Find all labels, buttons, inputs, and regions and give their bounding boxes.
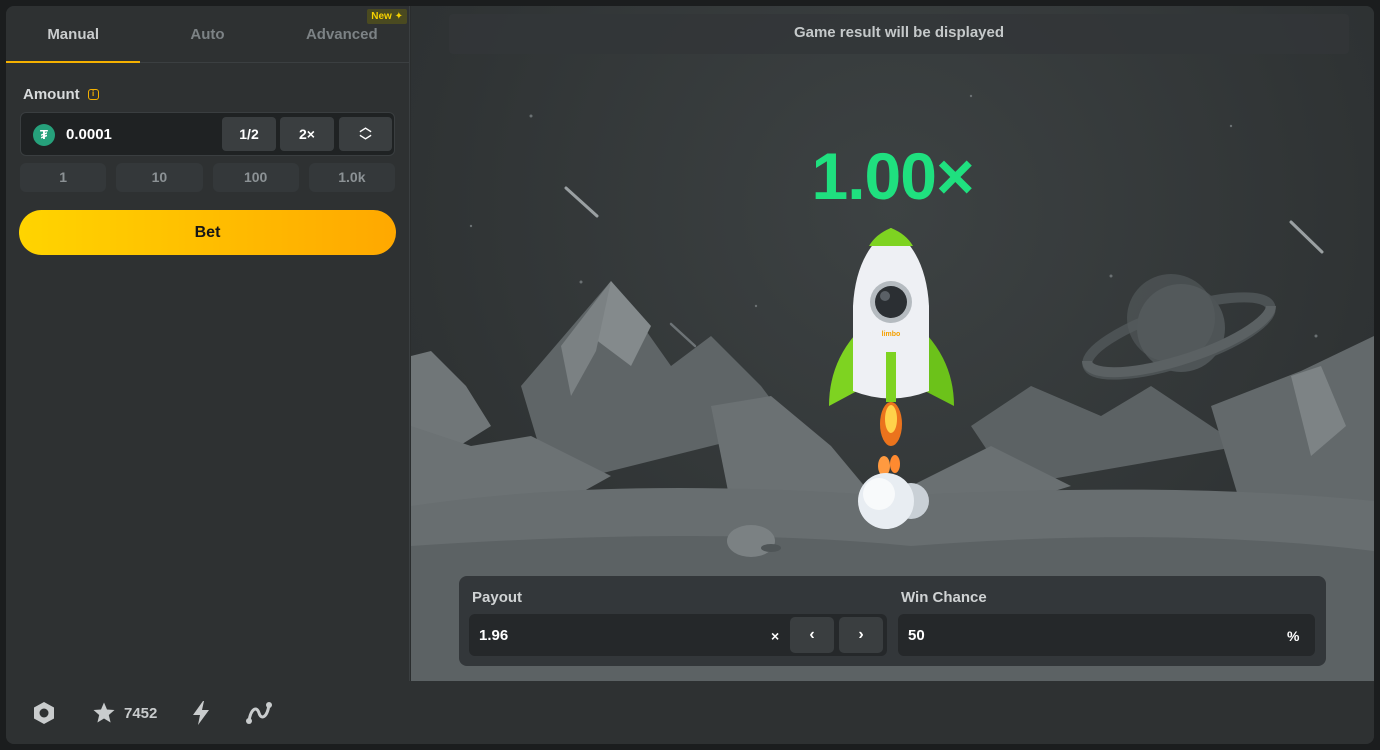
amount-input[interactable]: 0.0001: [66, 126, 112, 143]
game-result-bar: Game result will be displayed: [449, 14, 1349, 54]
win-chance-suffix: %: [1287, 628, 1300, 644]
lightning-icon: [193, 701, 209, 725]
crater: [761, 544, 781, 552]
quick-amount-1k[interactable]: 1.0k: [308, 163, 395, 192]
amount-input-box: ₮ 0.0001 1/2 2× ︿ ﹀: [20, 112, 395, 156]
hexagon-settings-icon: [34, 702, 54, 724]
footer-bar: 7452: [6, 681, 1374, 744]
payout-increase-button[interactable]: ›: [839, 617, 883, 653]
payout-label: Payout: [472, 589, 523, 606]
info-icon[interactable]: i: [87, 89, 99, 100]
quick-amount-1[interactable]: 1: [20, 163, 107, 192]
chevron-right-icon: ›: [858, 626, 864, 643]
win-chance-label: Win Chance: [901, 589, 987, 606]
star-icon: [93, 702, 115, 723]
quick-amount-10[interactable]: 10: [116, 163, 203, 192]
shooting-star: [1289, 220, 1324, 254]
rocket-flame-core: [885, 405, 897, 433]
payout-panel: Payout 1.96 × ‹ › Win Chance 50 %: [459, 576, 1326, 666]
favorites-count: 7452: [124, 704, 158, 722]
payout-decrease-button[interactable]: ‹: [790, 617, 834, 653]
chevron-up-icon: ︿: [359, 120, 372, 134]
fairness-button[interactable]: [245, 699, 273, 727]
bet-button[interactable]: Bet: [19, 210, 396, 255]
tab-manual[interactable]: Manual: [6, 6, 141, 63]
ringed-planet: [1082, 274, 1276, 380]
favorites-button[interactable]: 7452: [92, 699, 157, 727]
game-area: limbo Game result will be displayed 1.00…: [411, 6, 1374, 681]
rocket-logo-text: limbo: [882, 331, 901, 338]
payout-suffix: ×: [771, 628, 780, 644]
moon-dome: [727, 525, 775, 557]
shooting-star: [669, 322, 697, 348]
chevron-left-icon: ‹: [809, 626, 815, 643]
half-amount-button[interactable]: 1/2: [222, 117, 276, 151]
route-icon: [246, 702, 272, 724]
payout-input[interactable]: 1.96: [479, 627, 508, 644]
amount-stepper-button[interactable]: ︿ ﹀: [339, 117, 392, 151]
payout-field: 1.96 × ‹ ›: [469, 614, 887, 656]
amount-label: Amount i: [23, 86, 99, 103]
double-amount-button[interactable]: 2×: [280, 117, 334, 151]
hotkeys-button[interactable]: [190, 699, 212, 727]
game-window: Manual Auto Advanced New ✦ Amount i ₮ 0.…: [6, 6, 1374, 744]
mode-tabs: Manual Auto Advanced New ✦: [6, 6, 409, 63]
new-badge-label: New: [371, 11, 392, 22]
amount-label-text: Amount: [23, 86, 80, 103]
rocket: limbo: [829, 228, 954, 406]
win-chance-field: 50 %: [898, 614, 1315, 656]
tab-advanced-label: Advanced: [305, 26, 378, 43]
quick-amounts: 1 10 100 1.0k: [20, 163, 395, 192]
chevron-down-icon: ﹀: [359, 134, 372, 148]
new-badge: New ✦: [367, 9, 407, 24]
tether-coin-icon: ₮: [33, 124, 55, 146]
result-multiplier: 1.00×: [811, 139, 975, 213]
settings-button[interactable]: [31, 699, 57, 727]
quick-amount-100[interactable]: 100: [212, 163, 299, 192]
win-chance-input[interactable]: 50: [908, 627, 925, 644]
bet-panel: Manual Auto Advanced New ✦ Amount i ₮ 0.…: [6, 6, 410, 681]
tab-advanced[interactable]: Advanced New ✦: [275, 6, 409, 62]
tab-auto[interactable]: Auto: [140, 6, 274, 62]
